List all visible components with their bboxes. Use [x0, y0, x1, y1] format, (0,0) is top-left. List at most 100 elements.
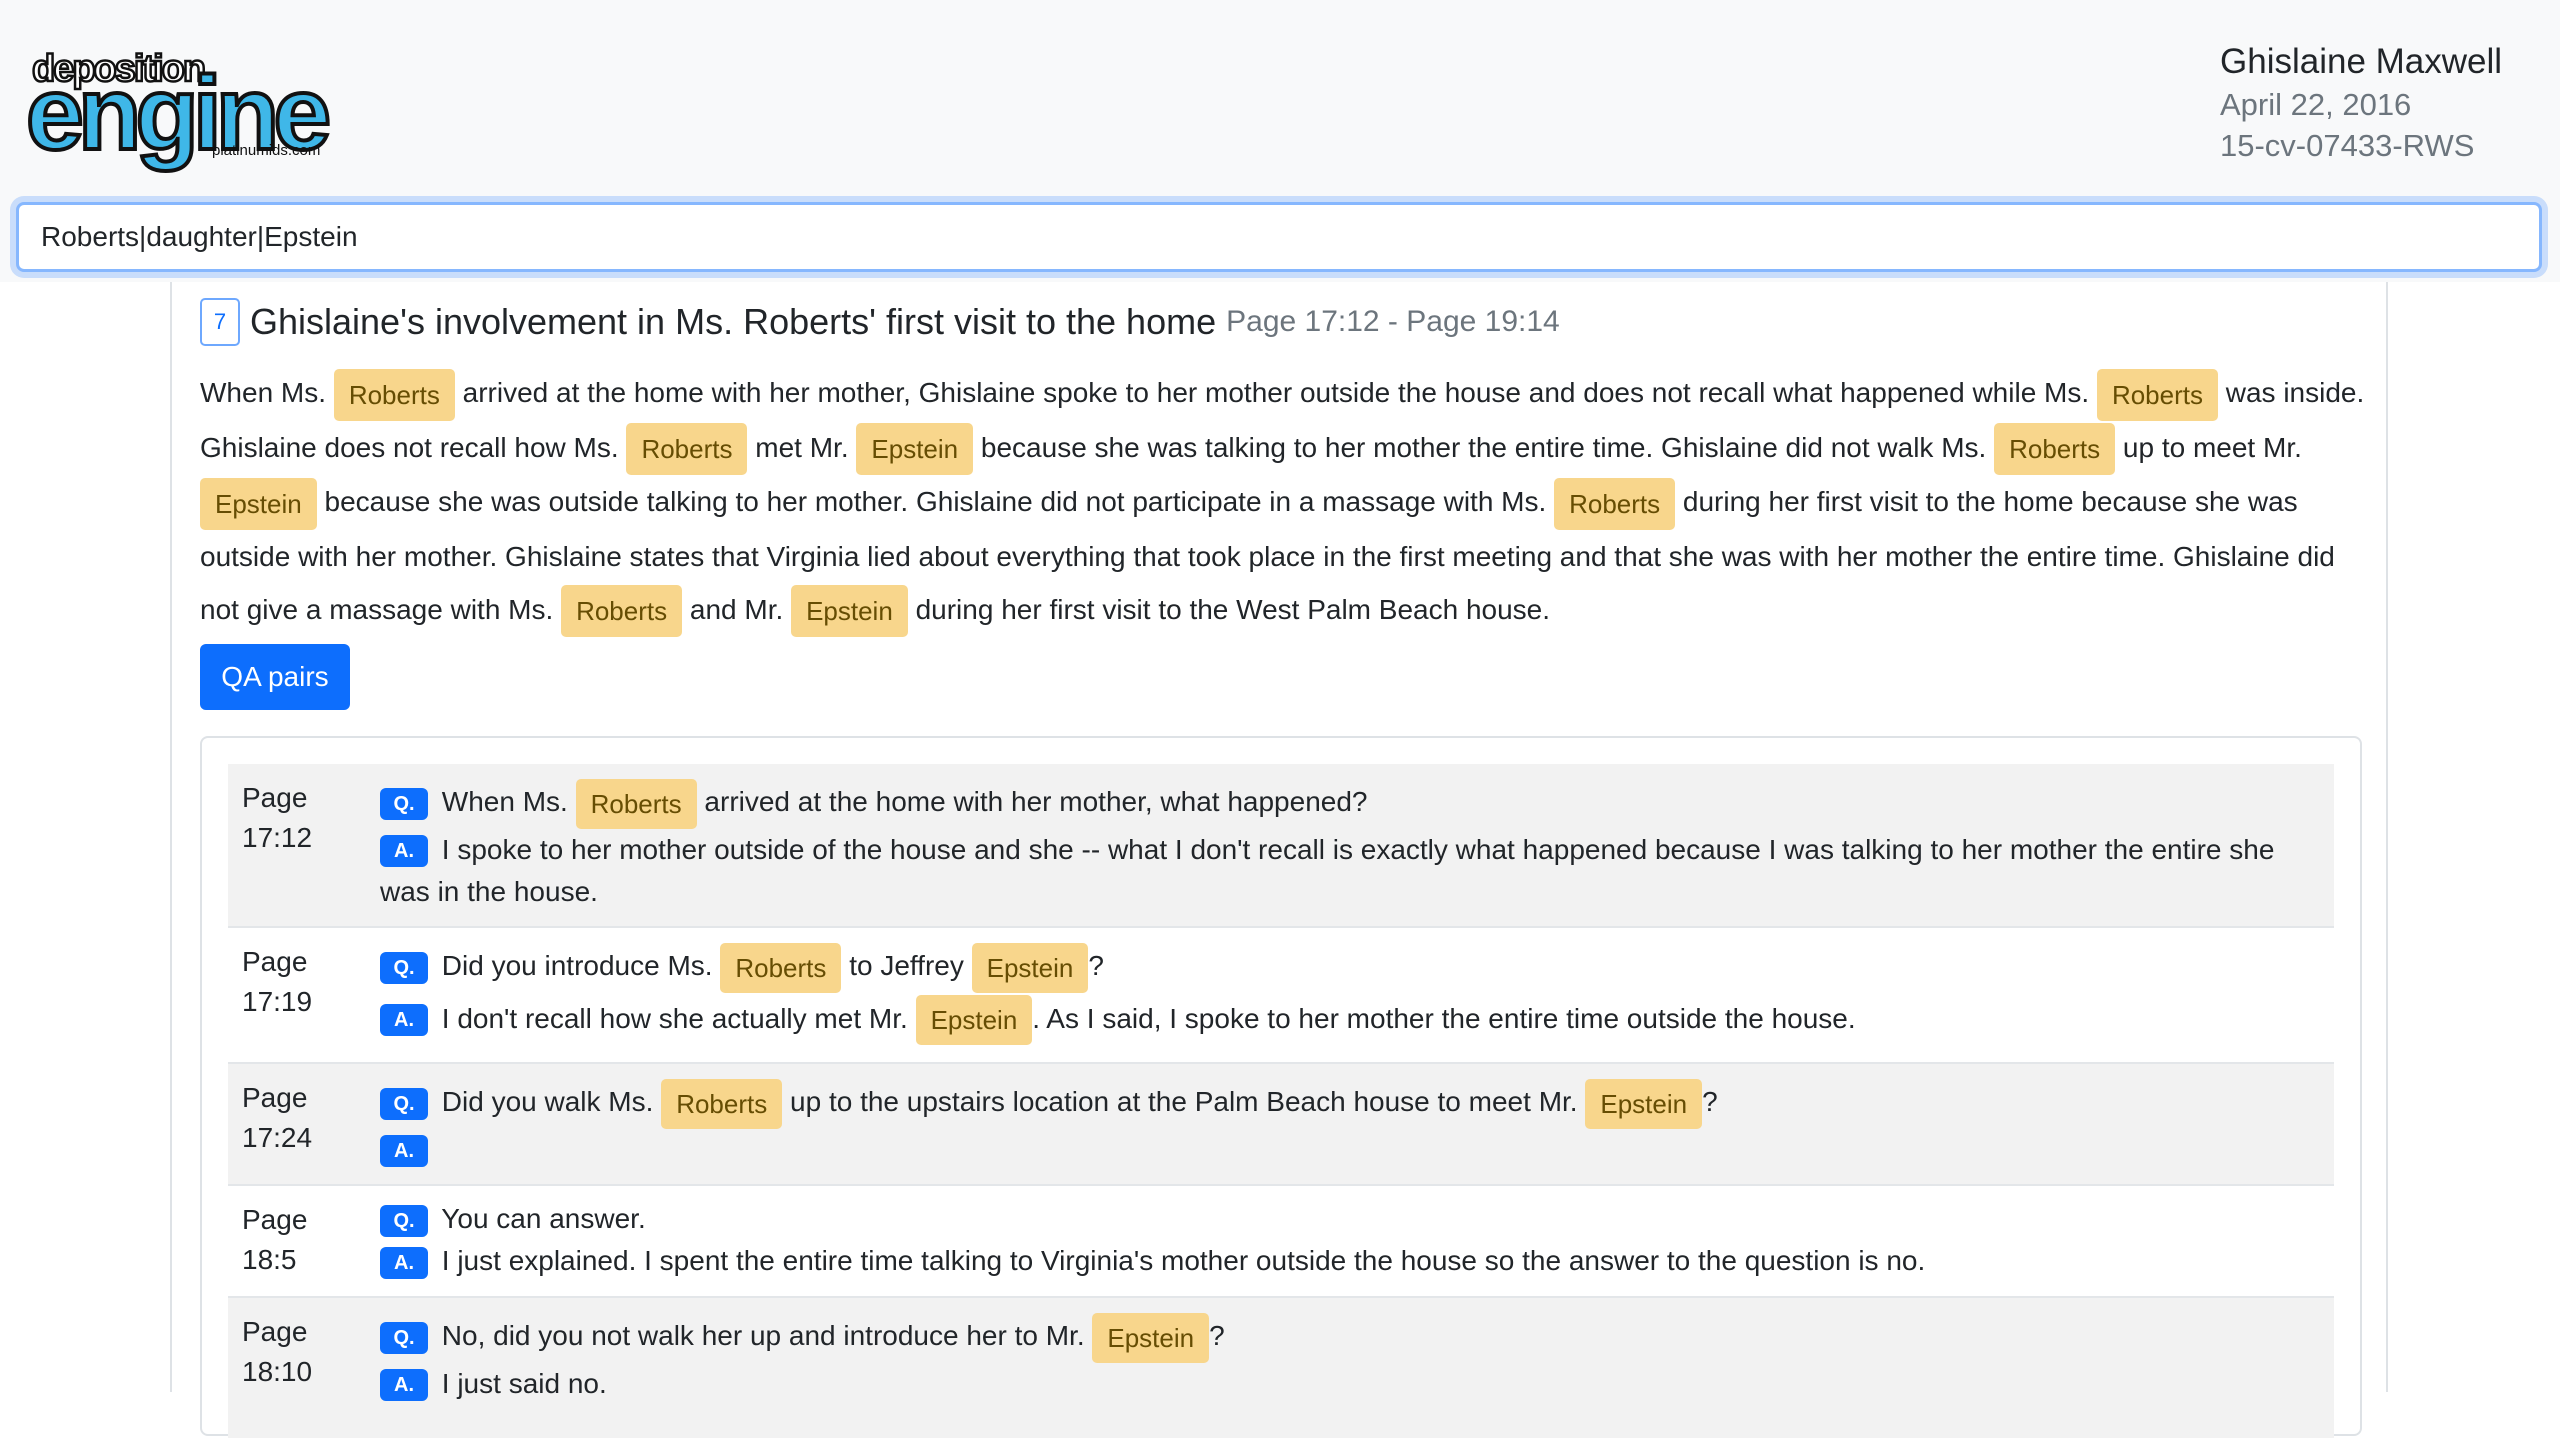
answer-tag: A.: [380, 1246, 428, 1279]
section-header: 7 Ghislaine's involvement in Ms. Roberts…: [200, 296, 1560, 348]
question-text: ?: [1209, 1320, 1225, 1351]
search-highlight: Roberts: [626, 423, 748, 476]
case-info: Ghislaine Maxwell April 22, 2016 15-cv-0…: [2220, 40, 2540, 166]
summary-text: during her first visit to the West Palm …: [915, 593, 1551, 625]
search-highlight: Roberts: [661, 1078, 783, 1129]
search-highlight: Roberts: [333, 368, 455, 421]
page-number: 17:12: [242, 822, 313, 853]
summary-text: arrived at the home with her mother, Ghi…: [462, 377, 2090, 408]
question-tag: Q.: [380, 787, 428, 820]
search-highlight: Roberts: [575, 778, 697, 829]
qa-row: Page 17:19 Q. Did you introduce Ms. Robe…: [228, 928, 2334, 1064]
search-highlight: Epstein: [915, 995, 1033, 1046]
question-text: ?: [1088, 950, 1104, 981]
section-page-range: Page 17:12 - Page 19:14: [1226, 305, 1560, 338]
question-line: Q. No, did you not walk her up and intro…: [380, 1310, 2310, 1363]
app-header: deposition engine platinumids.com Ghisla…: [0, 0, 2560, 282]
search-bar: [16, 202, 2542, 272]
answer-tag: A.: [380, 1004, 428, 1037]
page-label: Page: [242, 1316, 308, 1347]
summary-text: and Mr.: [689, 593, 784, 625]
question-tag: Q.: [380, 1321, 428, 1354]
question-text: up to the upstairs location at the Palm …: [790, 1086, 1578, 1117]
page-number: 17:19: [242, 986, 313, 1017]
question-text: Did you introduce Ms.: [441, 950, 713, 981]
page-number: 18:10: [242, 1356, 313, 1387]
summary-text: up to meet Mr.: [2122, 431, 2302, 463]
logo-sub-text: platinumids.com: [212, 142, 321, 159]
deposition-date: April 22, 2016: [2220, 87, 2412, 122]
qa-row: Page 18:10 Q. No, did you not walk her u…: [228, 1298, 2334, 1438]
answer-tag: A.: [380, 1135, 428, 1168]
qa-pairs-button[interactable]: QA pairs: [200, 644, 350, 710]
qa-content: Q. When Ms. Roberts arrived at the home …: [380, 776, 2310, 913]
summary-text: met Mr.: [755, 431, 849, 463]
search-highlight: Roberts: [2096, 368, 2218, 421]
page-label: Page: [242, 1082, 308, 1113]
search-highlight: Epstein: [200, 477, 317, 530]
answer-text: I spoke to her mother outside of the hou…: [380, 833, 2275, 907]
search-highlight: Roberts: [1554, 477, 1676, 530]
section-number-badge[interactable]: 7: [200, 298, 240, 346]
qa-page-ref: Page 17:24: [242, 1078, 362, 1158]
answer-text: . As I said, I spoke to her mother the e…: [1032, 1002, 1856, 1034]
search-highlight: Epstein: [971, 942, 1089, 993]
question-line: Q. Did you walk Ms. Roberts up to the up…: [380, 1076, 2310, 1129]
qa-content: Q. Did you walk Ms. Roberts up to the up…: [380, 1076, 2310, 1171]
question-line: Q. When Ms. Roberts arrived at the home …: [380, 776, 2310, 829]
search-highlight: Roberts: [1994, 423, 2116, 476]
question-tag: Q.: [380, 951, 428, 984]
search-highlight: Epstein: [791, 585, 908, 638]
qa-row: Page 17:12 Q. When Ms. Roberts arrived a…: [228, 764, 2334, 928]
qa-content: Q. You can answer. A. I just explained. …: [380, 1198, 2310, 1282]
summary-text: When Ms.: [200, 377, 327, 408]
search-highlight: Epstein: [856, 423, 974, 476]
search-highlight: Epstein: [1585, 1078, 1703, 1129]
qa-page-ref: Page 17:19: [242, 942, 362, 1022]
question-text: arrived at the home with her mother, wha…: [704, 786, 1368, 817]
answer-text: I don't recall how she actually met Mr.: [441, 1002, 908, 1034]
page-label: Page: [242, 782, 308, 813]
qa-pairs-panel: Page 17:12 Q. When Ms. Roberts arrived a…: [200, 736, 2362, 1438]
answer-text: I just explained. I spent the entire tim…: [441, 1245, 1926, 1276]
answer-tag: A.: [380, 1369, 428, 1402]
deposition-engine-logo[interactable]: deposition engine platinumids.com: [24, 47, 356, 168]
search-highlight: Roberts: [720, 942, 842, 993]
search-input[interactable]: [16, 202, 2542, 272]
section-title: Ghislaine's involvement in Ms. Roberts' …: [250, 301, 1217, 342]
qa-page-ref: Page 17:12: [242, 778, 362, 858]
question-text: to Jeffrey: [849, 950, 964, 981]
qa-page-ref: Page 18:10: [242, 1312, 362, 1392]
answer-text: I just said no.: [441, 1367, 607, 1399]
page-label: Page: [242, 1204, 308, 1235]
answer-tag: A.: [380, 835, 428, 868]
question-text: When Ms.: [441, 786, 568, 817]
answer-line: A. I just said no.: [380, 1363, 2310, 1405]
question-text: ?: [1702, 1086, 1718, 1117]
qa-content: Q. No, did you not walk her up and intro…: [380, 1310, 2310, 1405]
question-text: No, did you not walk her up and introduc…: [441, 1320, 1085, 1351]
question-text: You can answer.: [441, 1203, 646, 1234]
question-text: Did you walk Ms.: [441, 1086, 654, 1117]
search-highlight: Epstein: [1092, 1312, 1210, 1363]
summary-text: because she was talking to her mother th…: [980, 431, 1987, 463]
section-summary: When Ms. Roberts arrived at the home wit…: [200, 366, 2380, 638]
qa-row: Page 17:24 Q. Did you walk Ms. Roberts u…: [228, 1064, 2334, 1186]
qa-content: Q. Did you introduce Ms. Roberts to Jeff…: [380, 940, 2310, 1046]
question-tag: Q.: [380, 1204, 428, 1237]
page-label: Page: [242, 946, 308, 977]
section-card: 7 Ghislaine's involvement in Ms. Roberts…: [170, 282, 2388, 1438]
answer-line: A. I just explained. I spent the entire …: [380, 1240, 2310, 1282]
question-line: Q. Did you introduce Ms. Roberts to Jeff…: [380, 940, 2310, 993]
summary-text: because she was outside talking to her m…: [324, 486, 1547, 518]
question-line: Q. You can answer.: [380, 1198, 2310, 1240]
case-number: 15-cv-07433-RWS: [2220, 128, 2475, 163]
page-number: 18:5: [242, 1244, 297, 1275]
question-tag: Q.: [380, 1087, 428, 1120]
qa-page-ref: Page 18:5: [242, 1200, 362, 1280]
page-number: 17:24: [242, 1122, 313, 1153]
answer-line: A. I spoke to her mother outside of the …: [380, 829, 2310, 913]
answer-line: A. I don't recall how she actually met M…: [380, 993, 2310, 1046]
search-highlight: Roberts: [561, 585, 683, 638]
deponent-name: Ghislaine Maxwell: [2220, 42, 2503, 81]
